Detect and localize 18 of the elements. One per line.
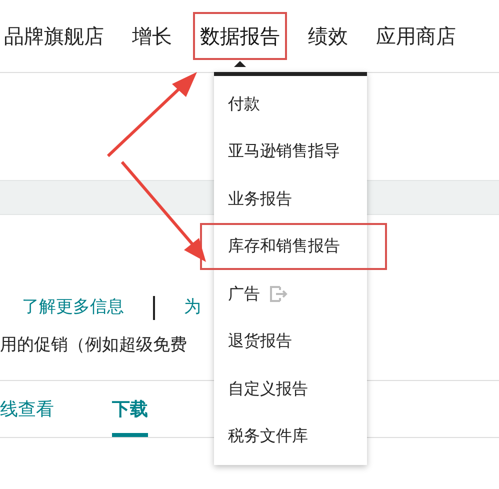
description-text: 用的促销（例如超级免费 xyxy=(0,334,187,358)
menu-item[interactable]: 自定义报告 xyxy=(214,365,367,412)
nav-tab[interactable]: 绩效 xyxy=(308,14,348,58)
nav-tab[interactable]: 应用商店 xyxy=(376,14,456,58)
menu-item[interactable]: 亚马逊销售指导 xyxy=(214,128,367,175)
menu-item[interactable]: 广告 xyxy=(214,270,367,318)
tab[interactable]: 下载 xyxy=(112,381,148,437)
nav-tab[interactable]: 增长 xyxy=(132,14,172,58)
external-link-icon xyxy=(268,284,288,304)
menu-item[interactable]: 付款 xyxy=(214,80,367,128)
menu-item[interactable]: 退货报告 xyxy=(214,318,367,365)
tab[interactable]: 线查看 xyxy=(0,381,54,437)
learn-more-link[interactable]: 了解更多信息 xyxy=(22,295,124,321)
link[interactable]: 为 xyxy=(184,295,201,321)
nav-tab[interactable]: 品牌旗舰店 xyxy=(4,14,104,58)
menu-item[interactable]: 库存和销售报告 xyxy=(214,222,367,270)
menu-item[interactable]: 业务报告 xyxy=(214,175,367,222)
menu-item[interactable]: 税务文件库 xyxy=(214,412,367,460)
